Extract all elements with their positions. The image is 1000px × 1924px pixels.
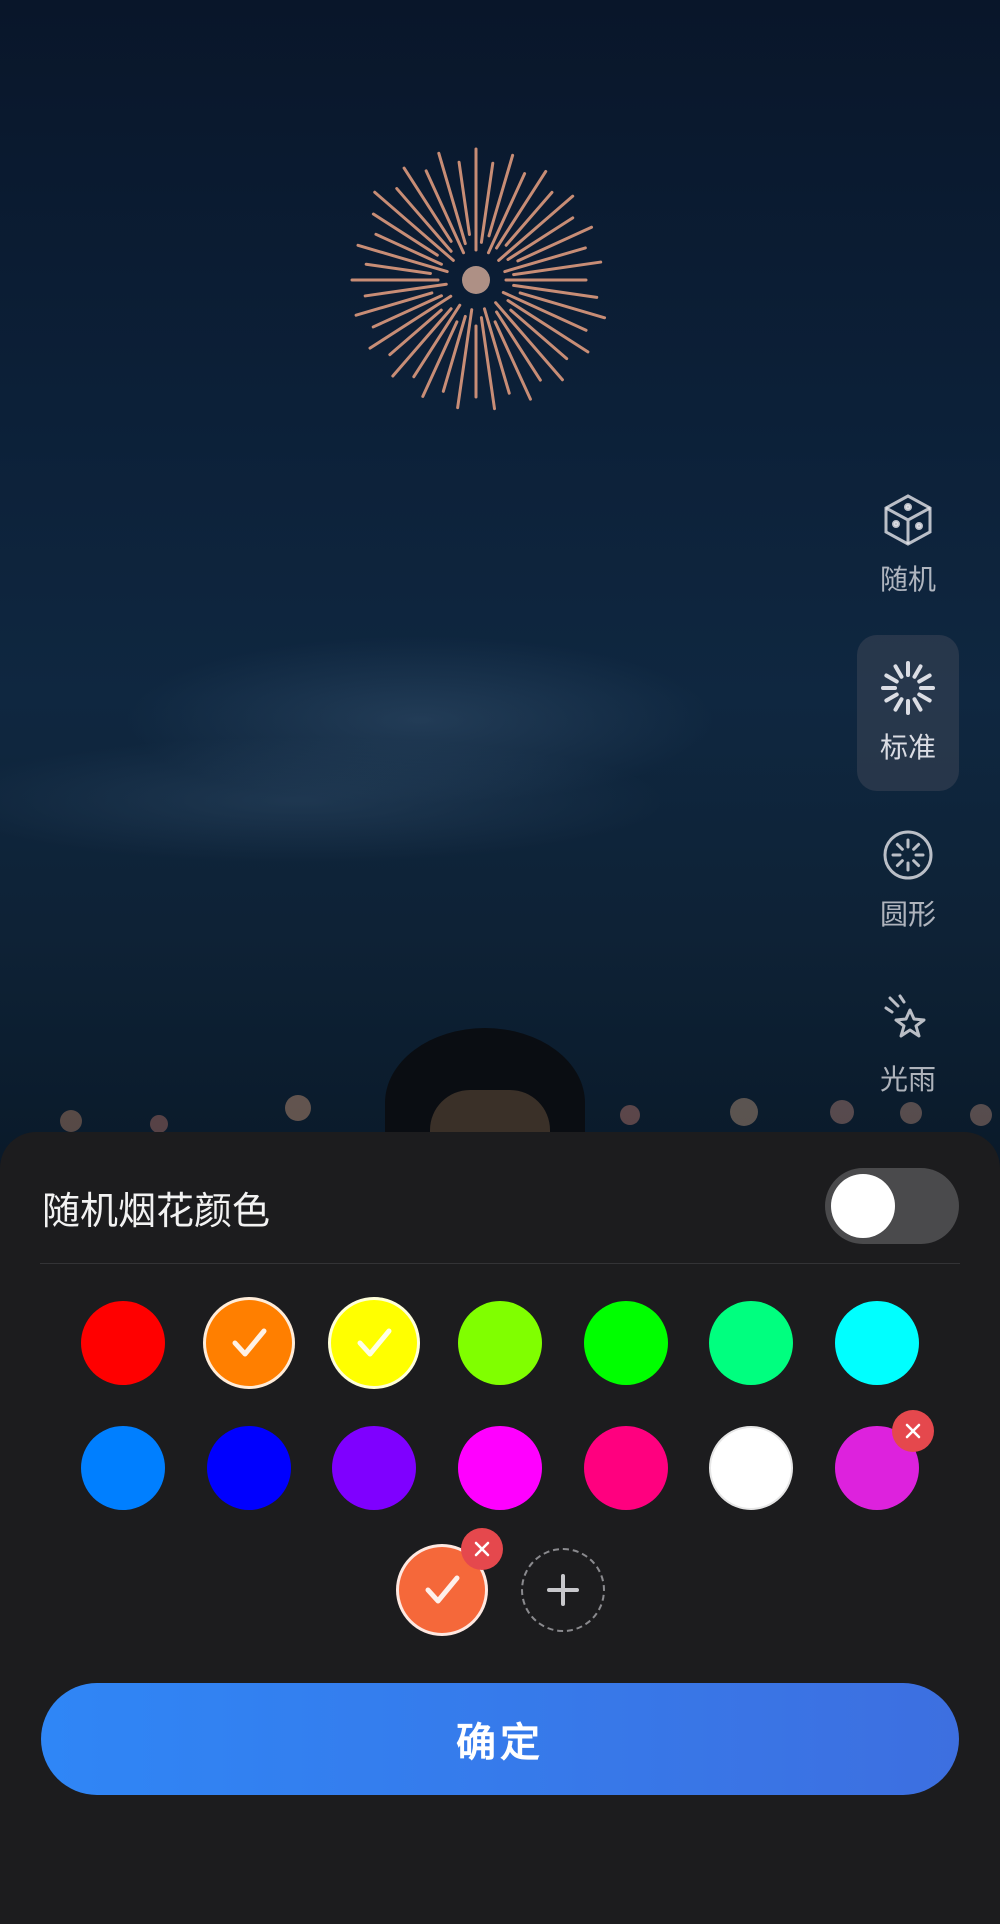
background-photo bbox=[0, 0, 1000, 1160]
mode-label: 圆形 bbox=[879, 898, 936, 931]
random-color-label: 随机烟花颜色 bbox=[42, 1189, 271, 1233]
close-icon bbox=[905, 1423, 921, 1439]
mode-circle[interactable]: 圆形 bbox=[857, 805, 959, 955]
circle-burst-icon bbox=[883, 830, 933, 880]
mode-label: 随机 bbox=[879, 563, 936, 596]
mode-label: 光雨 bbox=[879, 1063, 936, 1096]
color-swatch[interactable] bbox=[328, 1297, 420, 1389]
color-swatch[interactable] bbox=[709, 1426, 793, 1510]
close-icon bbox=[474, 1541, 490, 1557]
color-swatch[interactable] bbox=[835, 1301, 919, 1385]
color-swatch[interactable] bbox=[81, 1426, 165, 1510]
color-swatch[interactable] bbox=[81, 1301, 165, 1385]
plus-icon bbox=[547, 1574, 579, 1606]
mode-standard[interactable]: 标准 bbox=[857, 635, 959, 791]
burst-icon bbox=[881, 661, 935, 715]
divider bbox=[40, 1263, 960, 1264]
firework-burst bbox=[350, 147, 607, 411]
confirm-button[interactable]: 确定 bbox=[41, 1683, 959, 1795]
color-swatch[interactable] bbox=[584, 1426, 668, 1510]
color-swatch[interactable] bbox=[332, 1426, 416, 1510]
checkmark-icon bbox=[357, 1328, 392, 1357]
add-color-button[interactable] bbox=[521, 1548, 605, 1632]
mode-light-rain[interactable]: 光雨 bbox=[857, 970, 959, 1120]
color-swatch[interactable] bbox=[584, 1301, 668, 1385]
color-swatch[interactable] bbox=[709, 1301, 793, 1385]
remove-color-button[interactable] bbox=[461, 1528, 503, 1570]
color-swatch[interactable] bbox=[207, 1426, 291, 1510]
star-rain-icon bbox=[884, 994, 926, 1038]
color-settings-sheet bbox=[0, 1132, 1000, 1924]
dice-icon bbox=[884, 494, 932, 546]
color-swatch[interactable] bbox=[458, 1426, 542, 1510]
color-swatch[interactable] bbox=[203, 1297, 295, 1389]
random-color-toggle[interactable] bbox=[825, 1168, 959, 1244]
toggle-knob bbox=[831, 1174, 895, 1238]
mode-label: 标准 bbox=[879, 731, 936, 764]
color-swatch[interactable] bbox=[458, 1301, 542, 1385]
checkmark-icon bbox=[425, 1575, 460, 1604]
checkmark-icon bbox=[232, 1328, 267, 1357]
mode-random[interactable]: 随机 bbox=[857, 470, 959, 620]
remove-color-button[interactable] bbox=[892, 1410, 934, 1452]
